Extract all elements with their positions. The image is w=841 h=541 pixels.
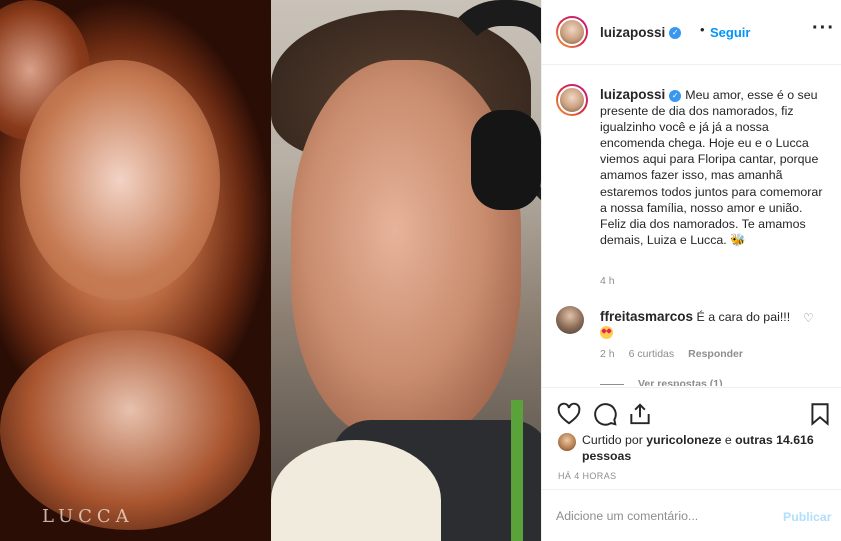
save-bookmark-icon[interactable]	[807, 401, 833, 427]
caption-timestamp[interactable]: 4 h	[600, 275, 615, 287]
share-icon[interactable]	[627, 401, 653, 427]
add-comment-bar: Publicar	[542, 489, 841, 541]
caption-username-link[interactable]: luizapossi	[600, 87, 665, 102]
post-header: luizapossi ✓ • Seguir ···	[542, 0, 841, 65]
photo-lanyard	[511, 400, 523, 541]
caption-text: Meu amor, esse é o seu presente de dia d…	[600, 88, 823, 247]
man-photo	[271, 0, 541, 541]
instagram-post: LUCCA luizapossi ✓ • Seguir ··· luizaposs	[0, 0, 841, 541]
view-replies-button[interactable]: Ver respostas (1)	[638, 378, 723, 386]
likes-middle: e	[721, 433, 736, 447]
caption-avatar[interactable]	[556, 84, 588, 116]
follow-button[interactable]: Seguir	[710, 25, 750, 40]
comment-item: ffreitasmarcos É a cara do pai!!!	[600, 309, 800, 341]
comment-text: É a cara do pai!!!	[696, 310, 791, 324]
heart-eyes-emoji-icon	[600, 326, 613, 339]
reply-button[interactable]: Responder	[688, 348, 743, 360]
ultrasound-face	[20, 60, 220, 300]
likes-summary: Curtido por yuricoloneze e outras 14.616…	[582, 432, 822, 464]
comment-avatar[interactable]	[556, 306, 584, 334]
ultrasound-image: LUCCA	[0, 0, 271, 541]
ultrasound-body	[0, 330, 260, 530]
comment-username-link[interactable]: ffreitasmarcos	[600, 309, 693, 324]
avatar[interactable]	[556, 16, 588, 48]
header-user: luizapossi ✓	[600, 24, 682, 42]
photo-ear-cup	[471, 110, 541, 210]
comment-input[interactable]	[556, 505, 776, 527]
comment-bubble-icon[interactable]	[592, 401, 618, 427]
publish-button[interactable]: Publicar	[783, 510, 832, 524]
comments-section[interactable]: luizapossi ✓ Meu amor, esse é o seu presen…	[542, 66, 841, 386]
verified-badge-icon: ✓	[669, 26, 682, 39]
more-horizontal-icon[interactable]: ···	[812, 17, 835, 40]
header-username-link[interactable]: luizapossi	[600, 25, 665, 40]
liker-avatar[interactable]	[558, 433, 576, 451]
verified-badge-icon: ✓	[669, 89, 682, 102]
header-separator: •	[700, 22, 705, 37]
comment-meta: 2 h 6 curtidas Responder	[600, 348, 743, 360]
like-heart-icon[interactable]	[556, 401, 582, 427]
post-caption: luizapossi ✓ Meu amor, esse é o seu presen…	[600, 87, 832, 248]
likes-prefix: Curtido por	[582, 433, 647, 447]
post-side-panel: luizapossi ✓ • Seguir ··· luizapossi ✓ Meu …	[541, 0, 841, 541]
comment-timestamp[interactable]: 2 h	[600, 348, 615, 360]
comment-likes-count[interactable]: 6 curtidas	[629, 348, 675, 360]
ultrasound-name-text: LUCCA	[42, 506, 134, 527]
post-media[interactable]: LUCCA	[0, 0, 541, 541]
post-timestamp[interactable]: HÁ 4 HORAS	[558, 471, 617, 481]
comment-like-heart-icon[interactable]: ♡	[803, 312, 815, 324]
liker-username-link[interactable]: yuricoloneze	[646, 433, 721, 447]
